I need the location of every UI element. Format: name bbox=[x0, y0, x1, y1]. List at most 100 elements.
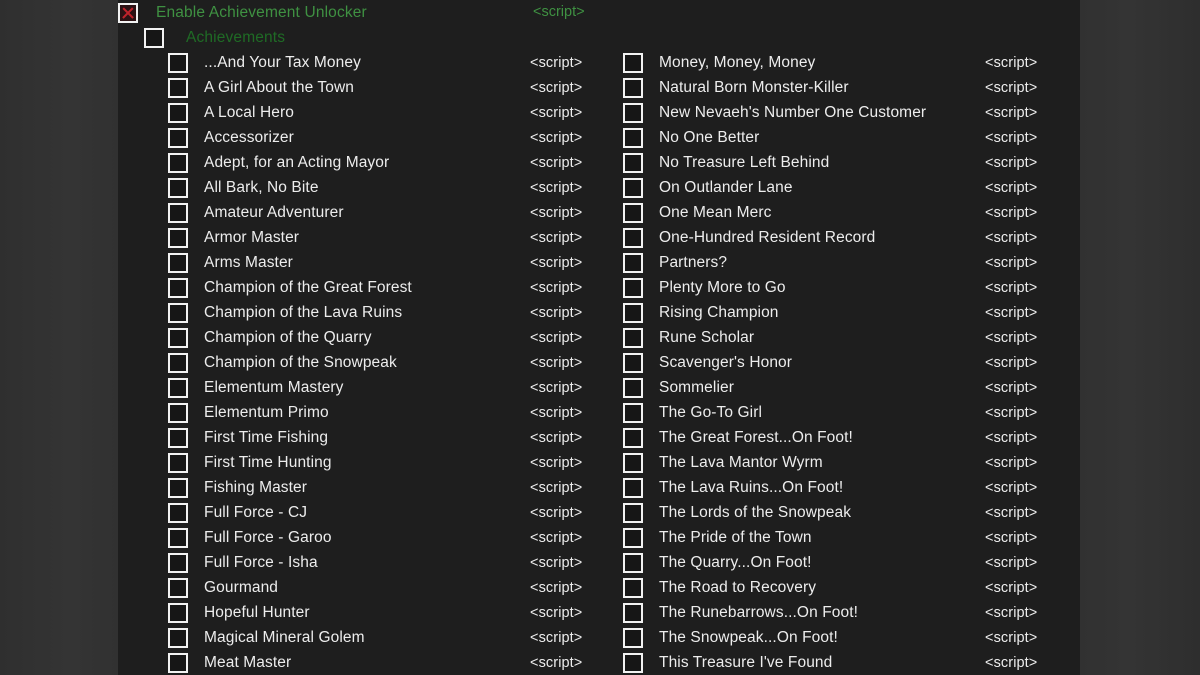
script-link-achievement[interactable]: <script> bbox=[530, 605, 582, 621]
script-link-achievement[interactable]: <script> bbox=[985, 505, 1037, 521]
script-link-achievement[interactable]: <script> bbox=[985, 455, 1037, 471]
checkbox-achievement[interactable] bbox=[623, 127, 643, 148]
achievement-row[interactable]: One Mean Merc <script> bbox=[623, 200, 1053, 225]
achievement-row[interactable]: Money, Money, Money <script> bbox=[623, 50, 1053, 75]
script-link-achievement[interactable]: <script> bbox=[985, 580, 1037, 596]
script-link-achievement[interactable]: <script> bbox=[985, 405, 1037, 421]
script-link-achievement[interactable]: <script> bbox=[985, 130, 1037, 146]
checkbox-achievement[interactable] bbox=[168, 302, 188, 323]
script-link-achievement[interactable]: <script> bbox=[985, 355, 1037, 371]
checkbox-achievement[interactable] bbox=[623, 77, 643, 98]
achievement-row[interactable]: Fishing Master <script> bbox=[168, 475, 598, 500]
achievement-row[interactable]: Amateur Adventurer <script> bbox=[168, 200, 598, 225]
achievement-row[interactable]: Full Force - CJ <script> bbox=[168, 500, 598, 525]
achievement-row[interactable]: Scavenger's Honor <script> bbox=[623, 350, 1053, 375]
achievement-row[interactable]: Sommelier <script> bbox=[623, 375, 1053, 400]
checkbox-achievement[interactable] bbox=[623, 377, 643, 398]
achievement-row[interactable]: Plenty More to Go <script> bbox=[623, 275, 1053, 300]
script-link-achievement[interactable]: <script> bbox=[530, 255, 582, 271]
script-link-achievement[interactable]: <script> bbox=[530, 630, 582, 646]
script-link-achievement[interactable]: <script> bbox=[530, 305, 582, 321]
script-link-achievement[interactable]: <script> bbox=[985, 80, 1037, 96]
script-link-achievement[interactable]: <script> bbox=[530, 505, 582, 521]
achievement-row[interactable]: Arms Master <script> bbox=[168, 250, 598, 275]
script-link-achievement[interactable]: <script> bbox=[530, 555, 582, 571]
checkbox-achievement[interactable] bbox=[168, 227, 188, 248]
checkbox-achievement[interactable] bbox=[168, 77, 188, 98]
achievement-row[interactable]: A Girl About the Town <script> bbox=[168, 75, 598, 100]
achievement-row[interactable]: Full Force - Isha <script> bbox=[168, 550, 598, 575]
checkbox-enable-achievement-unlocker[interactable] bbox=[118, 2, 138, 23]
script-link-achievement[interactable]: <script> bbox=[530, 480, 582, 496]
script-link-achievement[interactable]: <script> bbox=[985, 105, 1037, 121]
checkbox-achievement[interactable] bbox=[623, 527, 643, 548]
checkbox-achievement[interactable] bbox=[623, 477, 643, 498]
script-link-achievement[interactable]: <script> bbox=[530, 455, 582, 471]
script-link-achievement[interactable]: <script> bbox=[985, 330, 1037, 346]
script-link-achievement[interactable]: <script> bbox=[985, 230, 1037, 246]
row-achievements-group[interactable]: Achievements bbox=[144, 25, 285, 50]
checkbox-achievement[interactable] bbox=[623, 552, 643, 573]
script-link-achievement[interactable]: <script> bbox=[530, 205, 582, 221]
achievement-row[interactable]: ...And Your Tax Money <script> bbox=[168, 50, 598, 75]
achievement-row[interactable]: Champion of the Quarry <script> bbox=[168, 325, 598, 350]
checkbox-achievement[interactable] bbox=[168, 327, 188, 348]
achievement-row[interactable]: No Treasure Left Behind <script> bbox=[623, 150, 1053, 175]
script-link-achievement[interactable]: <script> bbox=[985, 430, 1037, 446]
achievement-row[interactable]: One-Hundred Resident Record <script> bbox=[623, 225, 1053, 250]
checkbox-achievement[interactable] bbox=[168, 177, 188, 198]
checkbox-achievement[interactable] bbox=[168, 477, 188, 498]
script-link-achievement[interactable]: <script> bbox=[985, 280, 1037, 296]
script-link-achievement[interactable]: <script> bbox=[530, 155, 582, 171]
script-link-achievement[interactable]: <script> bbox=[530, 580, 582, 596]
achievement-row[interactable]: The Lava Mantor Wyrm <script> bbox=[623, 450, 1053, 475]
checkbox-achievement[interactable] bbox=[168, 352, 188, 373]
checkbox-achievement[interactable] bbox=[623, 652, 643, 673]
checkbox-achievement[interactable] bbox=[168, 252, 188, 273]
checkbox-achievement[interactable] bbox=[168, 52, 188, 73]
script-link-achievement[interactable]: <script> bbox=[530, 230, 582, 246]
checkbox-achievement[interactable] bbox=[168, 377, 188, 398]
checkbox-achievement[interactable] bbox=[168, 577, 188, 598]
checkbox-achievement[interactable] bbox=[623, 177, 643, 198]
checkbox-achievement[interactable] bbox=[168, 427, 188, 448]
checkbox-achievement[interactable] bbox=[168, 602, 188, 623]
achievement-row[interactable]: Champion of the Great Forest <script> bbox=[168, 275, 598, 300]
checkbox-achievement[interactable] bbox=[168, 552, 188, 573]
achievement-row[interactable]: Meat Master <script> bbox=[168, 650, 598, 675]
checkbox-achievement[interactable] bbox=[623, 577, 643, 598]
script-link-achievement[interactable]: <script> bbox=[530, 530, 582, 546]
script-link-achievement[interactable]: <script> bbox=[530, 380, 582, 396]
achievement-row[interactable]: First Time Hunting <script> bbox=[168, 450, 598, 475]
achievement-row[interactable]: Rune Scholar <script> bbox=[623, 325, 1053, 350]
achievement-row[interactable]: The Lords of the Snowpeak <script> bbox=[623, 500, 1053, 525]
checkbox-achievement[interactable] bbox=[623, 352, 643, 373]
achievement-row[interactable]: Natural Born Monster-Killer <script> bbox=[623, 75, 1053, 100]
achievement-row[interactable]: Elementum Primo <script> bbox=[168, 400, 598, 425]
script-link-achievement[interactable]: <script> bbox=[530, 405, 582, 421]
script-link-achievement[interactable]: <script> bbox=[985, 55, 1037, 71]
script-link-achievement[interactable]: <script> bbox=[985, 155, 1037, 171]
script-link-achievement[interactable]: <script> bbox=[530, 655, 582, 671]
achievement-row[interactable]: No One Better <script> bbox=[623, 125, 1053, 150]
checkbox-achievement[interactable] bbox=[623, 452, 643, 473]
achievement-row[interactable]: The Snowpeak...On Foot! <script> bbox=[623, 625, 1053, 650]
script-link-achievement[interactable]: <script> bbox=[530, 130, 582, 146]
checkbox-achievement[interactable] bbox=[623, 52, 643, 73]
achievement-row[interactable]: The Go-To Girl <script> bbox=[623, 400, 1053, 425]
script-link-achievement[interactable]: <script> bbox=[985, 530, 1037, 546]
checkbox-achievement[interactable] bbox=[623, 327, 643, 348]
script-link-achievement[interactable]: <script> bbox=[530, 80, 582, 96]
script-link-achievement[interactable]: <script> bbox=[985, 180, 1037, 196]
achievement-row[interactable]: A Local Hero <script> bbox=[168, 100, 598, 125]
script-link-achievement[interactable]: <script> bbox=[530, 280, 582, 296]
achievement-row[interactable]: Champion of the Snowpeak <script> bbox=[168, 350, 598, 375]
achievement-row[interactable]: First Time Fishing <script> bbox=[168, 425, 598, 450]
script-link-achievement[interactable]: <script> bbox=[530, 430, 582, 446]
script-link-enable-achievement-unlocker[interactable]: <script> bbox=[533, 4, 585, 20]
checkbox-achievement[interactable] bbox=[168, 452, 188, 473]
checkbox-achievement[interactable] bbox=[623, 602, 643, 623]
script-link-achievement[interactable]: <script> bbox=[985, 255, 1037, 271]
achievement-row[interactable]: Partners? <script> bbox=[623, 250, 1053, 275]
script-link-achievement[interactable]: <script> bbox=[985, 630, 1037, 646]
